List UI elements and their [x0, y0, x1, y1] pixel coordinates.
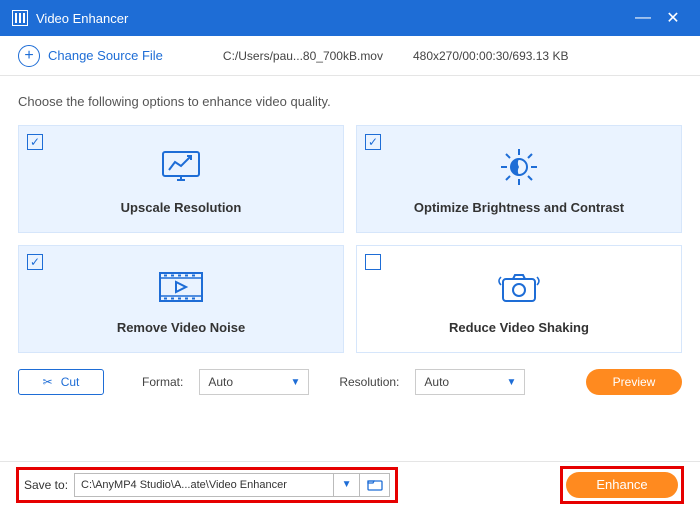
resolution-label: Resolution:: [339, 375, 399, 389]
checkbox-icon: ✓: [365, 134, 381, 150]
brightness-icon: [497, 144, 541, 190]
format-label: Format:: [142, 375, 183, 389]
chevron-down-icon: ▼: [342, 479, 352, 490]
cut-button[interactable]: ✂ Cut: [18, 369, 104, 395]
titlebar: Video Enhancer — ✕: [0, 0, 700, 36]
folder-icon: [367, 479, 383, 491]
cut-label: Cut: [61, 375, 80, 389]
chevron-down-icon: ▼: [506, 377, 516, 388]
checkbox-icon: [365, 254, 381, 270]
option-shaking[interactable]: Reduce Video Shaking: [356, 245, 682, 353]
app-logo-icon: [12, 10, 28, 26]
checkbox-icon: ✓: [27, 254, 43, 270]
source-path: C:/Users/pau...80_700kB.mov: [223, 49, 383, 63]
preview-button[interactable]: Preview: [586, 369, 682, 395]
option-label: Optimize Brightness and Contrast: [414, 200, 624, 215]
controls-row: ✂ Cut Format: Auto ▼ Resolution: Auto ▼ …: [18, 369, 682, 395]
save-to-block: Save to: C:\AnyMP4 Studio\A...ate\Video …: [16, 467, 398, 503]
options-grid: ✓ Upscale Resolution ✓ Optimize Brightne…: [18, 125, 682, 353]
change-source-label: Change Source File: [48, 48, 163, 63]
save-path-input[interactable]: C:\AnyMP4 Studio\A...ate\Video Enhancer: [74, 473, 334, 497]
window-title: Video Enhancer: [36, 11, 628, 26]
monitor-icon: [159, 144, 203, 190]
save-path-dropdown[interactable]: ▼: [334, 473, 360, 497]
camera-icon: [495, 264, 543, 310]
checkbox-icon: ✓: [27, 134, 43, 150]
minimize-button[interactable]: —: [628, 9, 658, 27]
source-bar: + Change Source File C:/Users/pau...80_7…: [0, 36, 700, 76]
option-brightness[interactable]: ✓ Optimize Brightness and Contrast: [356, 125, 682, 233]
source-info: 480x270/00:00:30/693.13 KB: [413, 49, 568, 63]
option-label: Reduce Video Shaking: [449, 320, 589, 335]
format-select[interactable]: Auto ▼: [199, 369, 309, 395]
scissors-icon: ✂: [43, 375, 53, 389]
chevron-down-icon: ▼: [290, 377, 300, 388]
enhance-highlight: Enhance: [560, 466, 684, 504]
enhance-button[interactable]: Enhance: [566, 472, 678, 498]
option-upscale[interactable]: ✓ Upscale Resolution: [18, 125, 344, 233]
film-icon: [156, 264, 206, 310]
format-value: Auto: [208, 375, 233, 389]
browse-folder-button[interactable]: [360, 473, 390, 497]
close-button[interactable]: ✕: [658, 8, 688, 28]
plus-icon: +: [18, 45, 40, 67]
option-label: Remove Video Noise: [117, 320, 245, 335]
resolution-select[interactable]: Auto ▼: [415, 369, 525, 395]
resolution-value: Auto: [424, 375, 449, 389]
save-to-label: Save to:: [24, 478, 68, 492]
change-source-button[interactable]: + Change Source File: [18, 45, 163, 67]
option-noise[interactable]: ✓ Remove Video Noise: [18, 245, 344, 353]
option-label: Upscale Resolution: [121, 200, 242, 215]
bottom-bar: Save to: C:\AnyMP4 Studio\A...ate\Video …: [0, 461, 700, 507]
instruction-text: Choose the following options to enhance …: [18, 94, 682, 109]
